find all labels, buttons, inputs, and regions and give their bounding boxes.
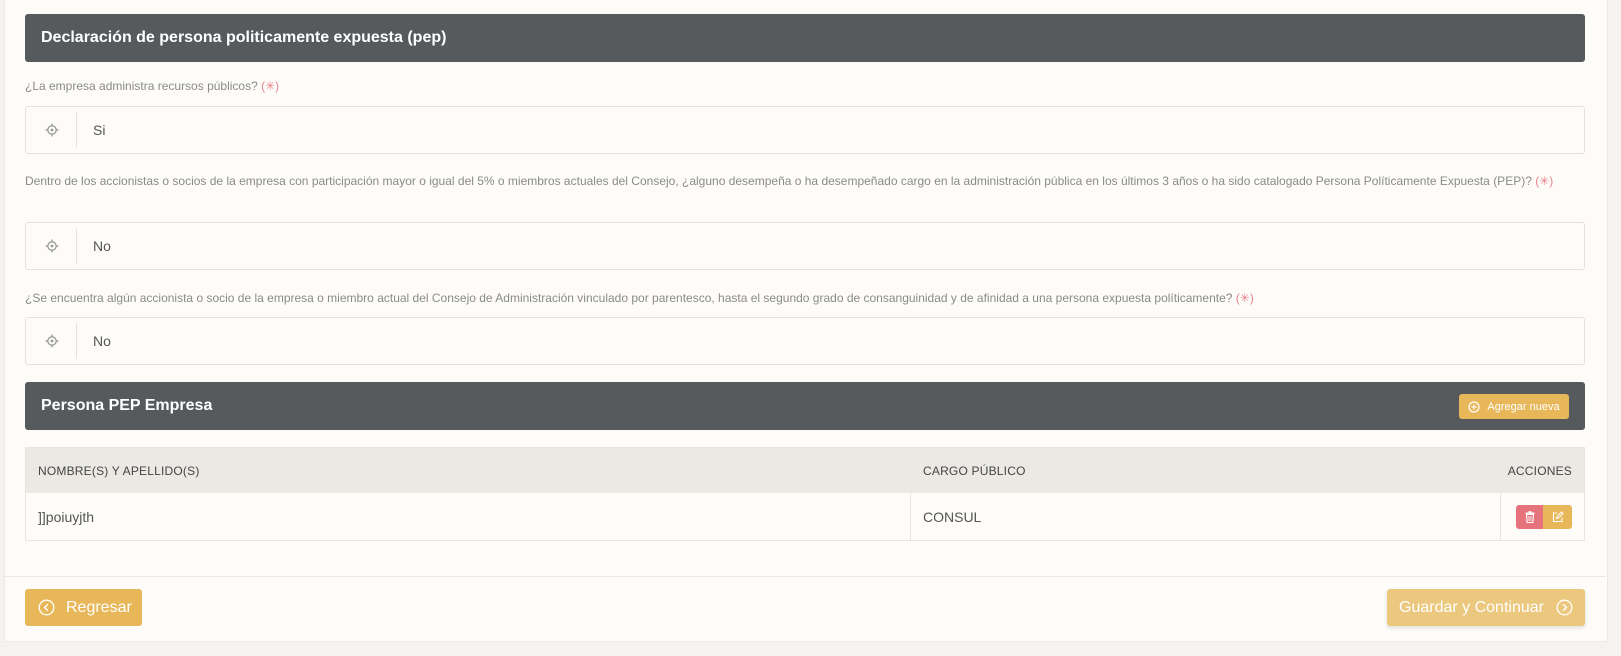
question-2-value: No bbox=[93, 238, 111, 254]
edit-button[interactable] bbox=[1543, 505, 1572, 529]
delete-button[interactable] bbox=[1516, 505, 1543, 529]
cell-cargo: CONSUL bbox=[911, 493, 1501, 541]
persona-section-title: Persona PEP Empresa bbox=[41, 397, 213, 414]
trash-icon bbox=[1525, 511, 1534, 523]
pep-section-header: Declaración de persona politicamente exp… bbox=[25, 14, 1585, 62]
question-2-field[interactable]: No bbox=[25, 222, 1585, 270]
question-3-field[interactable]: No bbox=[25, 317, 1585, 365]
edit-icon bbox=[1552, 511, 1564, 523]
required-mark: (✳) bbox=[1535, 174, 1554, 188]
footer-divider bbox=[4, 576, 1606, 577]
cell-nombre: ]]poiuyjth bbox=[26, 493, 911, 541]
plus-circle-icon bbox=[1468, 400, 1481, 413]
save-continue-label: Guardar y Continuar bbox=[1399, 598, 1544, 616]
question-2-label: Dentro de los accionistas o socios de la… bbox=[25, 174, 1554, 188]
chevron-left-circle-icon bbox=[38, 599, 55, 616]
question-1-label: ¿La empresa administra recursos públicos… bbox=[25, 79, 280, 93]
question-3-label: ¿Se encuentra algún accionista o socio d… bbox=[25, 291, 1254, 305]
add-new-button[interactable]: Agregar nueva bbox=[1459, 394, 1569, 419]
add-new-label: Agregar nueva bbox=[1487, 400, 1560, 413]
question-1-field[interactable]: Si bbox=[25, 106, 1585, 154]
question-1-value: Si bbox=[93, 122, 106, 138]
table-header: NOMBRE(S) Y APELLIDO(S) CARGO PÚBLICO AC… bbox=[26, 448, 1584, 493]
save-continue-button[interactable]: Guardar y Continuar bbox=[1387, 589, 1585, 626]
pep-section-title: Declaración de persona politicamente exp… bbox=[41, 29, 447, 46]
target-icon bbox=[27, 228, 77, 264]
back-button[interactable]: Regresar bbox=[25, 589, 142, 626]
cell-acciones bbox=[1501, 493, 1584, 541]
target-icon bbox=[27, 323, 77, 359]
chevron-right-circle-icon bbox=[1556, 599, 1573, 616]
pep-table: NOMBRE(S) Y APELLIDO(S) CARGO PÚBLICO AC… bbox=[25, 447, 1585, 541]
table-row: ]]poiuyjth CONSUL bbox=[26, 493, 1584, 541]
target-icon bbox=[27, 112, 77, 148]
required-mark: (✳) bbox=[261, 79, 280, 93]
header-cargo: CARGO PÚBLICO bbox=[923, 463, 1026, 478]
header-acciones: ACCIONES bbox=[1507, 463, 1572, 478]
back-label: Regresar bbox=[66, 598, 132, 616]
required-mark: (✳) bbox=[1235, 291, 1254, 305]
persona-section-header: Persona PEP Empresa Agregar nueva bbox=[25, 382, 1585, 430]
header-nombre: NOMBRE(S) Y APELLIDO(S) bbox=[38, 463, 200, 478]
row-actions bbox=[1516, 505, 1572, 529]
question-3-value: No bbox=[93, 333, 111, 349]
